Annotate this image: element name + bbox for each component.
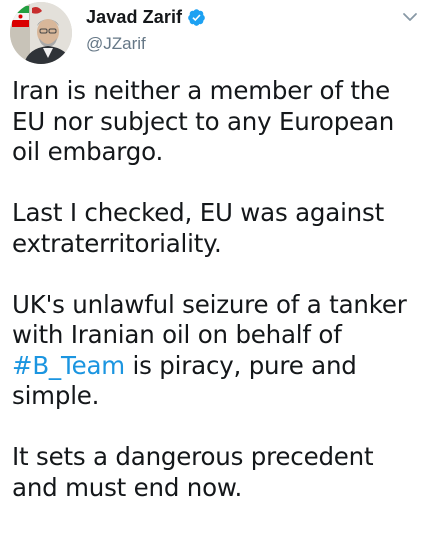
avatar-image (10, 2, 72, 64)
chevron-down-icon[interactable] (402, 10, 418, 22)
paragraph-text: UK's unlawful seizure of a tanker with I… (12, 289, 407, 350)
display-name-row: Javad Zarif (86, 6, 206, 28)
tweet-text: Iran is neither a member of the EU nor s… (12, 76, 416, 503)
tweet-paragraph: It sets a dangerous precedent and must e… (12, 442, 374, 502)
tweet-paragraph: Iran is neither a member of the EU nor s… (12, 76, 395, 166)
author-names: Javad Zarif @JZarif (86, 6, 206, 54)
tweet-header: Javad Zarif @JZarif (10, 2, 420, 64)
tweet-paragraph: Last I checked, EU was against extraterr… (12, 198, 384, 258)
hashtag-link[interactable]: #B_Team (12, 351, 125, 380)
verified-badge-icon (187, 8, 206, 27)
handle[interactable]: @JZarif (86, 34, 206, 54)
tweet: Javad Zarif @JZarif Iran is neither a me… (0, 0, 425, 550)
display-name[interactable]: Javad Zarif (86, 7, 182, 28)
avatar[interactable] (10, 2, 72, 64)
tweet-paragraph: UK's unlawful seizure of a tanker with I… (12, 290, 416, 412)
